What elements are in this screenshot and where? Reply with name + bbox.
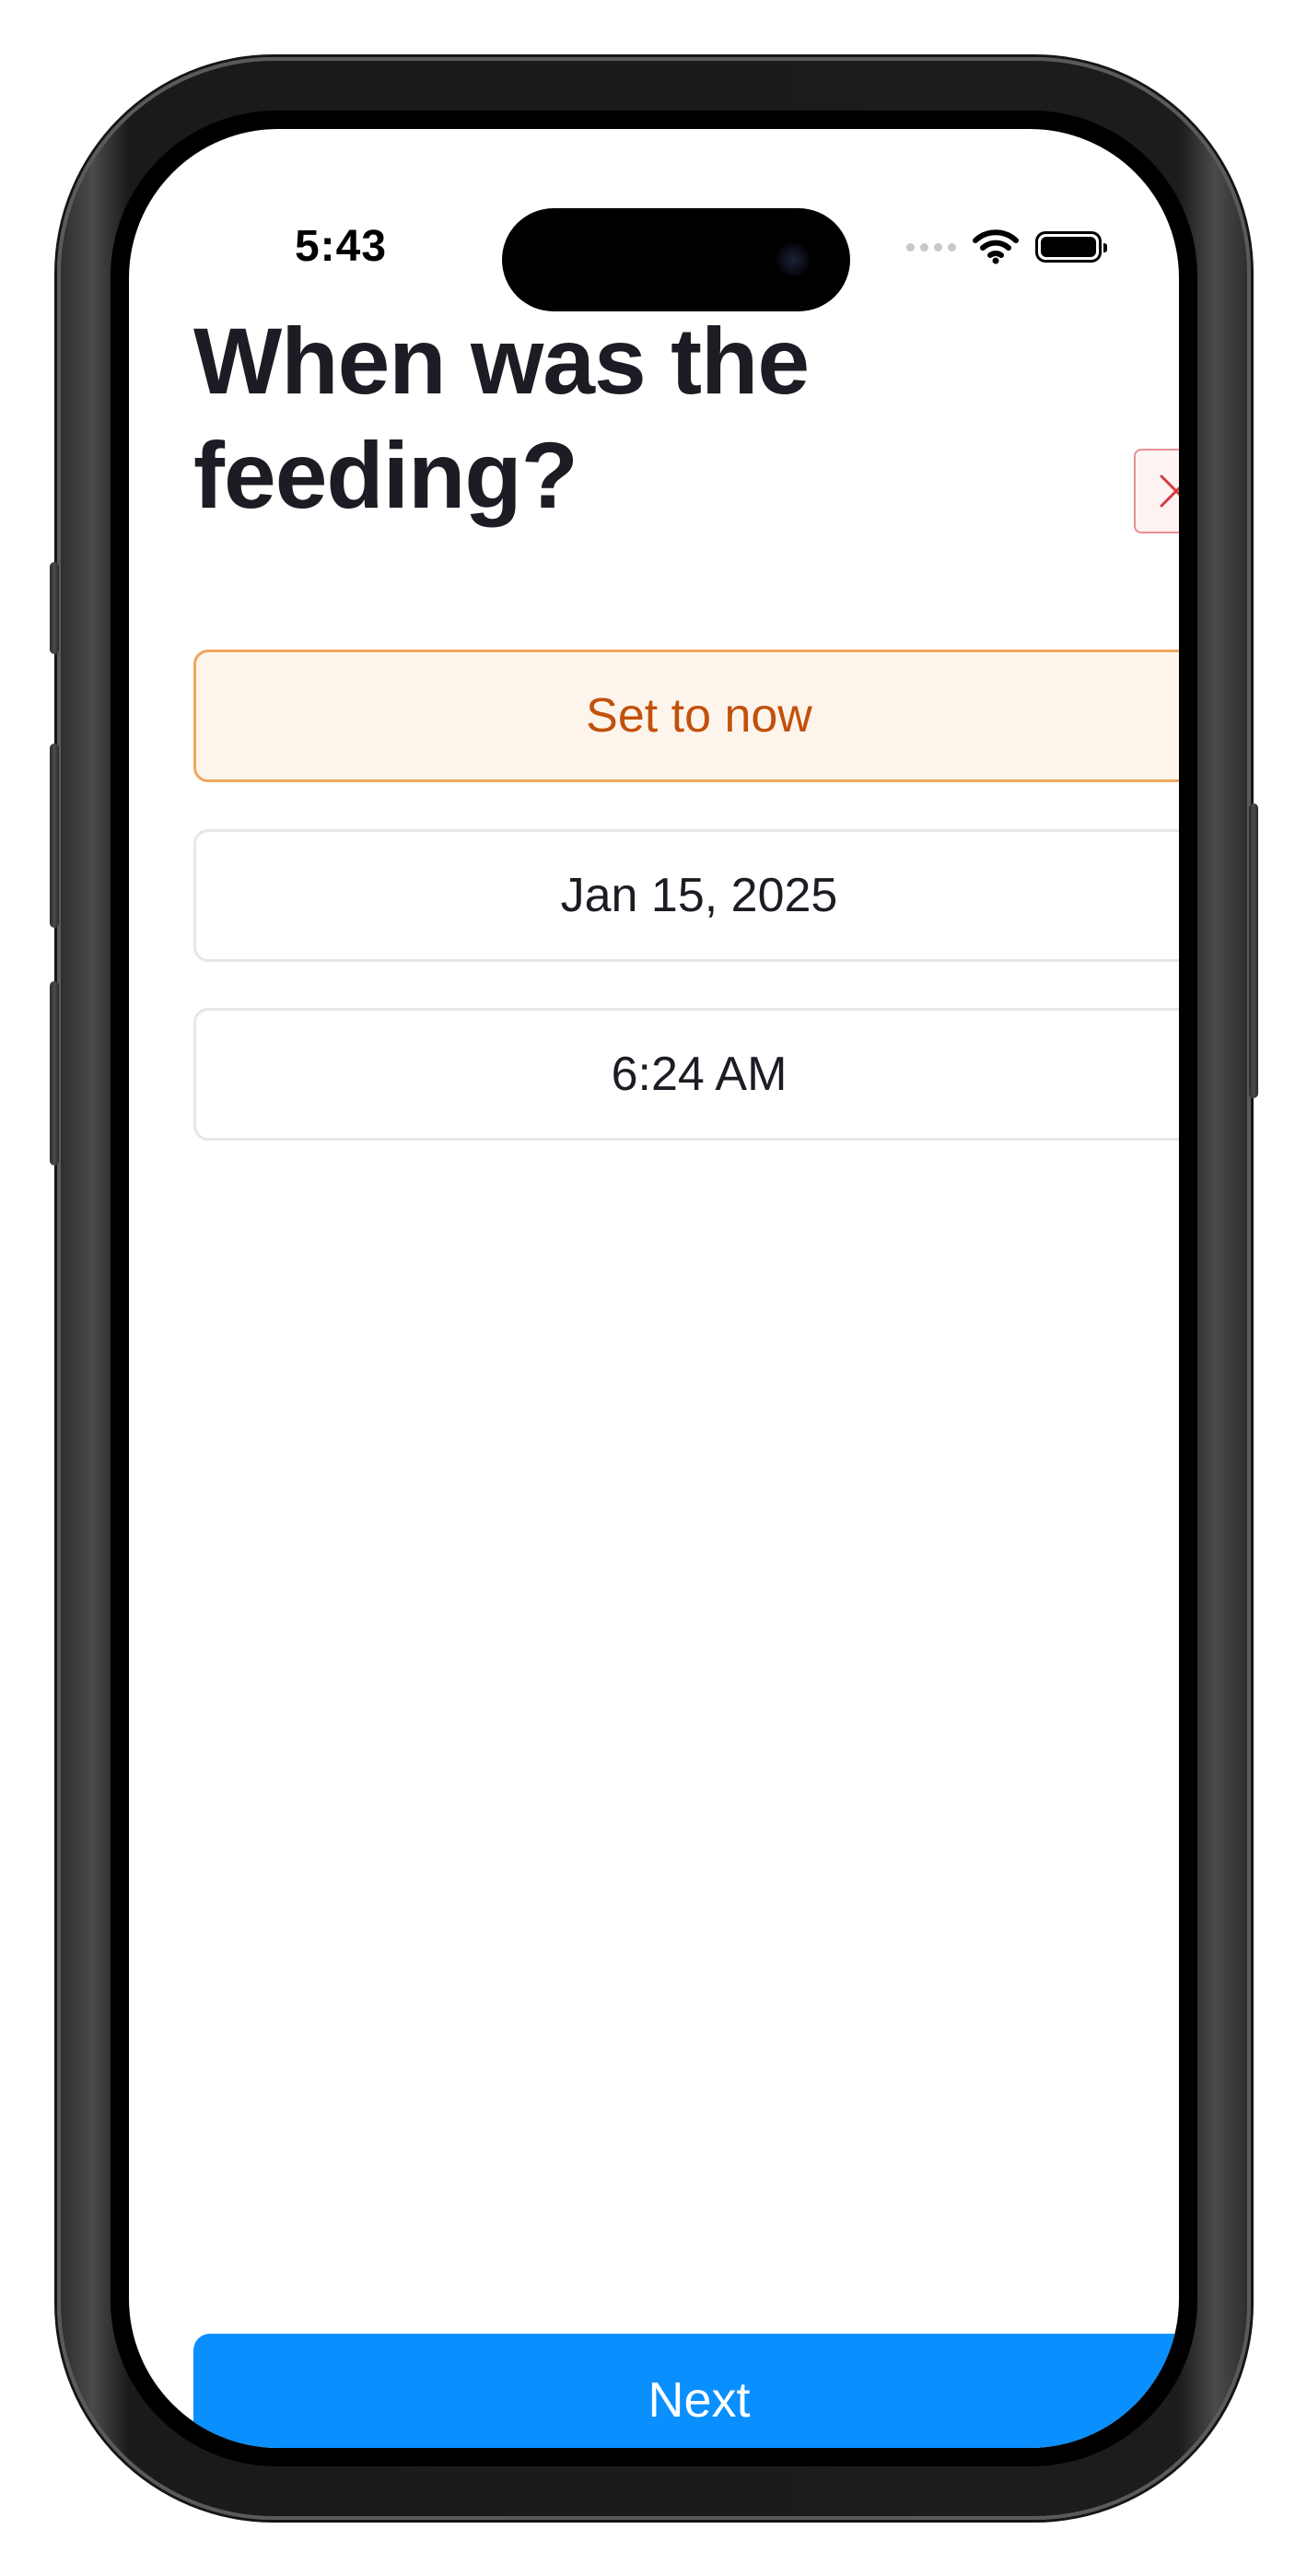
page-title: When was the feeding? [193, 309, 810, 528]
close-icon [1160, 474, 1179, 508]
camera-icon [776, 243, 810, 276]
wifi-icon [973, 229, 1019, 264]
dynamic-island [502, 208, 850, 311]
app-screen: 5:43 When was the feeding? Set to now Ja… [129, 129, 1179, 2448]
time-picker[interactable]: 6:24 AM [193, 1008, 1179, 1141]
status-time: 5:43 [294, 222, 388, 271]
phone-frame: 5:43 When was the feeding? Set to now Ja… [50, 57, 1258, 2520]
volume-up-button [50, 744, 59, 928]
date-picker[interactable]: Jan 15, 2025 [193, 829, 1179, 962]
screen-bezel: 5:43 When was the feeding? Set to now Ja… [111, 111, 1197, 2466]
set-to-now-button[interactable]: Set to now [193, 650, 1179, 782]
power-button [1249, 803, 1258, 1098]
action-button [50, 562, 59, 654]
volume-down-button [50, 981, 59, 1165]
next-button[interactable]: Next [193, 2334, 1179, 2448]
close-button[interactable] [1134, 449, 1179, 533]
battery-icon [1035, 231, 1107, 263]
cellular-signal-icon [906, 242, 956, 252]
status-icons [906, 227, 1107, 267]
